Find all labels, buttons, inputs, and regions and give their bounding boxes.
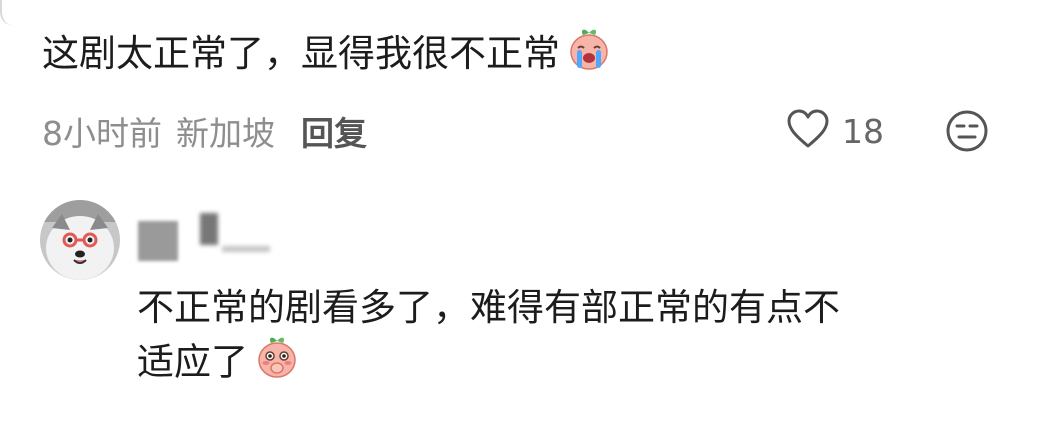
crying-peach-emoji-icon <box>566 26 612 85</box>
like-count: 18 <box>842 111 884 151</box>
redacted-username-part <box>222 246 270 252</box>
comment-time: 8小时前 <box>42 114 162 153</box>
redacted-username-part <box>200 213 218 245</box>
redacted-username <box>138 221 178 261</box>
comment-meta: 8小时前 新加坡 回复 <box>42 106 367 156</box>
like-button[interactable]: 18 <box>786 106 884 156</box>
previous-comment-thread-line <box>0 0 20 26</box>
dog-avatar[interactable] <box>40 200 120 280</box>
reply-text-tail: 适应了 <box>137 340 248 384</box>
shy-peach-emoji-icon <box>254 334 300 394</box>
heart-outline-icon[interactable] <box>786 109 830 153</box>
reply-text: 不正常的剧看多了，难得有部正常的有点不 适应了 <box>137 282 1017 394</box>
reply-text-line-1: 不正常的剧看多了，难得有部正常的有点不 <box>137 286 840 329</box>
comment-body: 这剧太正常了，显得我很不正常 <box>42 32 560 75</box>
neutral-face-icon[interactable] <box>944 108 990 158</box>
comment-location: 新加坡 <box>176 114 275 153</box>
comment-text: 这剧太正常了，显得我很不正常 <box>42 26 612 85</box>
reply-button[interactable]: 回复 <box>301 107 367 155</box>
reply-text-line-2: 适应了 <box>137 334 1017 394</box>
